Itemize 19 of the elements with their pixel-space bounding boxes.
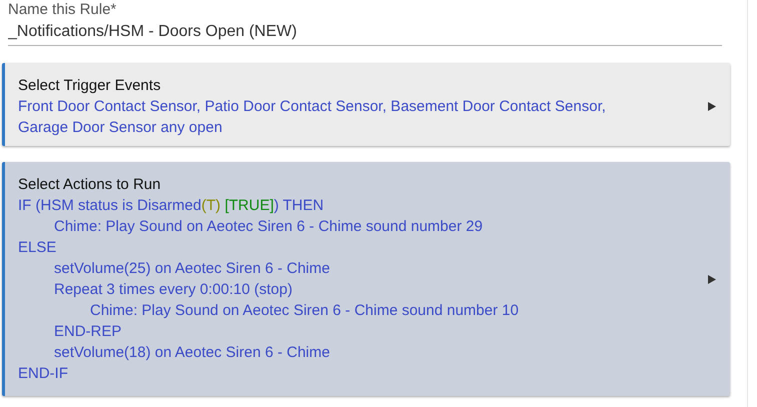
rule-line: setVolume(18) on Aeotec Siren 6 - Chime <box>53 343 331 363</box>
trigger-card[interactable]: Select Trigger Events Front Door Contact Sensor, Patio Door Contact Sensor, Basement Door Contact Sensor, Garage Door Sensor any open <box>2 63 730 146</box>
rule-line: Chime: Play Sound on Aeotec Siren 6 - Chime sound number 10 <box>89 301 520 321</box>
card-title: Select Actions to Run <box>18 175 162 195</box>
rule-line: END-IF <box>18 364 69 384</box>
rule-line: ELSE <box>18 238 58 258</box>
rule-name-field[interactable]: _Notifications/HSM - Doors Open (NEW) <box>8 23 722 46</box>
rule-line: setVolume(25) on Aeotec Siren 6 - Chime <box>53 259 331 279</box>
rule-line: Chime: Play Sound on Aeotec Siren 6 - Chime sound number 29 <box>53 217 484 237</box>
rule-line: Repeat 3 times every 0:00:10 (stop) <box>53 280 294 300</box>
triangle-icon <box>708 274 716 284</box>
rule-line: END-REP <box>53 322 123 342</box>
rule-line: IF (HSM status is Disarmed(T) [TRUE]) THEN <box>18 196 325 216</box>
rule-line: Front Door Contact Sensor, Patio Door Contact Sensor, Basement Door Contact Sensor, <box>18 97 607 117</box>
triangle-icon <box>708 102 716 111</box>
actions-card[interactable] <box>2 162 730 396</box>
card-title: Select Trigger Events <box>18 76 162 96</box>
field-label: Name this Rule* <box>8 0 118 20</box>
rule-line: Garage Door Sensor any open <box>18 118 224 138</box>
